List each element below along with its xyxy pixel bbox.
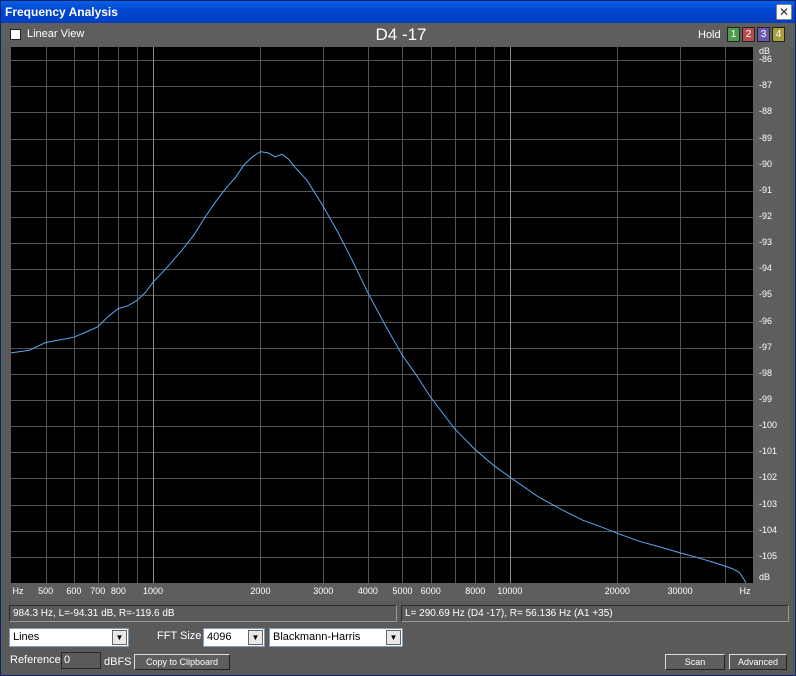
hold-button-2[interactable]: 2 <box>742 27 755 42</box>
db-tick-label: -96 <box>759 315 773 326</box>
view-mode-select[interactable]: Lines ▼ <box>9 628 129 647</box>
hz-tick-label: 5000 <box>392 586 413 596</box>
db-axis: dB dB -86 -87 -88 -89 -90 -91 -92 -93 -94 -95 -96-… <box>753 46 789 583</box>
db-tick-label: -93 <box>759 237 773 248</box>
spectrum-plot[interactable] <box>11 47 753 583</box>
db-axis-unit-bottom: dB <box>759 572 771 582</box>
cursor-readout: 984.3 Hz, L=-94.31 dB, R=-119.6 dB <box>9 605 397 622</box>
db-tick-label: -97 <box>759 341 773 352</box>
hz-axis: Hz Hz 500 600 700 800 1000 2000 3000 4000 5000 60… <box>11 583 789 601</box>
db-tick-label: -88 <box>759 106 773 117</box>
db-tick-label: -94 <box>759 263 773 274</box>
hz-tick-label: 30000 <box>667 586 693 596</box>
db-tick-label: -101 <box>759 446 778 457</box>
window-function-select[interactable]: Blackmann-Harris ▼ <box>269 628 403 647</box>
hz-tick-label: 500 <box>38 586 54 596</box>
peak-readout: L= 290.69 Hz (D4 -17), R= 56.136 Hz (A1 … <box>401 605 789 622</box>
hz-tick-label: 800 <box>110 586 126 596</box>
hz-tick-label: 4000 <box>357 586 378 596</box>
hold-label: Hold <box>698 29 721 41</box>
reference-unit: dBFS <box>104 656 132 668</box>
window-title: Frequency Analysis <box>5 5 118 19</box>
hz-tick-label: 700 <box>90 586 106 596</box>
db-tick-label: -87 <box>759 80 773 91</box>
spectrum-line <box>11 151 747 583</box>
hz-tick-label: 2000 <box>250 586 271 596</box>
title-bar[interactable]: Frequency Analysis ✕ <box>1 1 795 23</box>
spectrum-svg <box>11 47 753 583</box>
fft-size-select[interactable]: 4096 ▼ <box>203 628 265 647</box>
chevron-down-icon[interactable]: ▼ <box>386 630 401 645</box>
db-tick-label: -86 <box>759 54 773 65</box>
db-tick-label: -105 <box>759 550 778 561</box>
scan-button[interactable]: Scan <box>665 654 725 670</box>
hold-button-4[interactable]: 4 <box>772 27 785 42</box>
hz-tick-label: 6000 <box>420 586 441 596</box>
frequency-analysis-window: Frequency Analysis ✕ Linear View D4 -17 … <box>0 0 796 676</box>
db-tick-label: -99 <box>759 393 773 404</box>
chevron-down-icon[interactable]: ▼ <box>112 630 127 645</box>
reference-label: Reference <box>10 654 61 666</box>
hz-tick-label: 20000 <box>604 586 630 596</box>
linear-view-checkbox[interactable] <box>10 29 21 40</box>
hold-button-3[interactable]: 3 <box>757 27 770 42</box>
note-readout: D4 -17 <box>375 25 427 44</box>
reference-input[interactable]: 0 <box>61 652 101 669</box>
linear-view-label[interactable]: Linear View <box>27 28 84 40</box>
hz-tick-label: 3000 <box>313 586 334 596</box>
toolbar: Linear View D4 -17 Hold 1 2 3 4 <box>1 23 795 47</box>
close-icon[interactable]: ✕ <box>776 4 792 20</box>
hz-tick-label: 600 <box>66 586 82 596</box>
chevron-down-icon[interactable]: ▼ <box>248 630 263 645</box>
view-mode-value: Lines <box>13 631 40 643</box>
db-tick-label: -103 <box>759 498 778 509</box>
fft-size-value: 4096 <box>207 631 232 643</box>
db-tick-label: -102 <box>759 472 778 483</box>
hz-tick-label: 1000 <box>142 586 164 596</box>
db-tick-label: -98 <box>759 367 773 378</box>
hz-tick-label: 10000 <box>497 586 523 596</box>
db-tick-label: -100 <box>759 420 778 431</box>
db-tick-label: -104 <box>759 524 778 535</box>
fft-size-label: FFT Size <box>157 630 202 642</box>
copy-to-clipboard-button[interactable]: Copy to Clipboard <box>134 654 230 670</box>
advanced-button[interactable]: Advanced <box>729 654 787 670</box>
db-tick-label: -90 <box>759 158 773 169</box>
db-tick-label: -95 <box>759 289 773 300</box>
window-function-value: Blackmann-Harris <box>273 631 361 643</box>
hz-axis-unit-right: Hz <box>739 586 751 596</box>
db-tick-label: -89 <box>759 132 773 143</box>
hold-button-1[interactable]: 1 <box>727 27 740 42</box>
hz-tick-label: 8000 <box>465 586 486 596</box>
hz-axis-unit-left: Hz <box>12 586 24 596</box>
db-tick-label: -91 <box>759 184 773 195</box>
db-tick-label: -92 <box>759 210 773 221</box>
